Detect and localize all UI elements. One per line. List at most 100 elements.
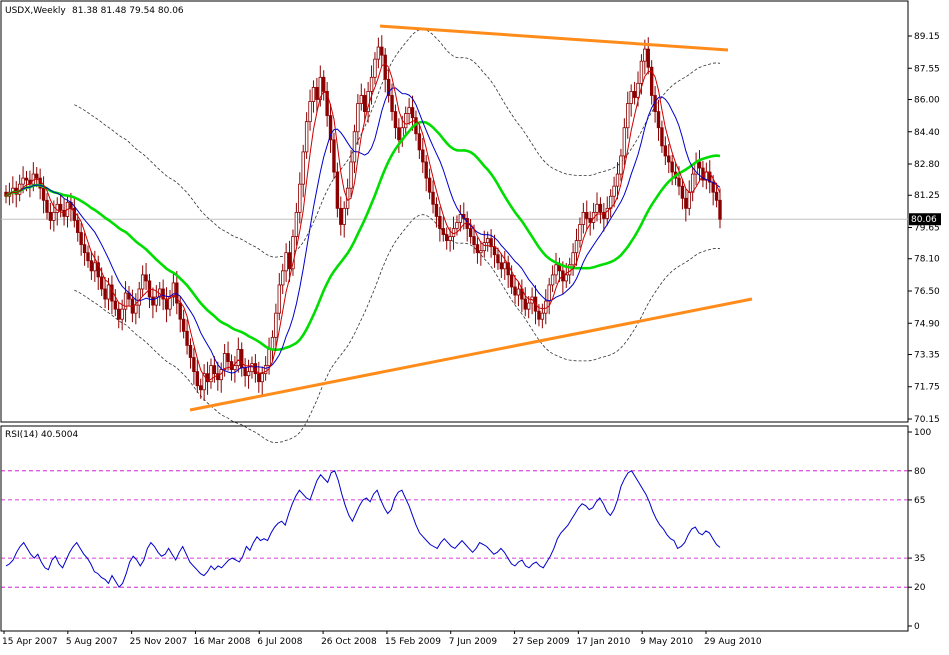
candle-body[interactable] [489,238,493,248]
candle-body[interactable] [564,274,568,282]
candle-body[interactable] [427,177,432,193]
candle-body[interactable] [516,288,521,296]
candle-body[interactable] [680,185,685,199]
candle-body[interactable] [523,298,527,310]
candle-body[interactable] [690,173,695,193]
candle-body[interactable] [93,262,97,272]
candle-body[interactable] [137,288,141,306]
candle-body[interactable] [626,103,630,129]
candle-body[interactable] [619,155,623,175]
candle-body[interactable] [240,349,244,368]
candle-body[interactable] [31,173,36,185]
candle-body[interactable] [393,111,398,129]
candle-body[interactable] [380,46,384,56]
candle-body[interactable] [349,161,353,189]
candle-body[interactable] [335,171,340,209]
candle-body[interactable] [45,199,49,213]
candle-body[interactable] [537,310,541,320]
candle-body[interactable] [417,133,422,151]
candle-body[interactable] [151,296,155,306]
candle-body[interactable] [356,103,360,133]
candle-body[interactable] [458,213,463,223]
candle-body[interactable] [257,373,261,383]
candle-body[interactable] [76,220,80,233]
candle-body[interactable] [332,139,336,173]
candle-body[interactable] [684,197,688,209]
candle-body[interactable] [322,76,326,92]
candle-body[interactable] [424,161,428,179]
candle-body[interactable] [55,203,59,213]
candle-body[interactable] [106,284,111,300]
candle-body[interactable] [407,107,411,115]
candle-body[interactable] [667,155,671,163]
candle-body[interactable] [315,87,319,100]
candle-body[interactable] [48,211,53,221]
candle-body[interactable] [485,238,490,244]
candle-body[interactable] [431,191,435,205]
candle-body[interactable] [383,54,387,80]
candle-body[interactable] [646,48,650,68]
candle-body[interactable] [503,262,507,270]
candle-body[interactable] [304,121,309,153]
candle-body[interactable] [421,149,425,163]
candle-body[interactable] [612,185,616,197]
candle-body[interactable] [243,367,247,377]
candle-body[interactable] [89,260,94,272]
candle-body[interactable] [526,302,531,310]
candle-body[interactable] [550,274,555,286]
candle-body[interactable] [687,191,691,209]
candle-body[interactable] [52,211,56,221]
candle-body[interactable] [578,224,582,242]
candle-body[interactable] [390,95,394,112]
candle-body[interactable] [287,252,292,270]
candle-body[interactable] [212,365,217,375]
candle-body[interactable] [185,330,189,346]
candle-body[interactable] [397,127,401,141]
candle-body[interactable] [35,173,39,179]
candle-body[interactable] [120,308,124,320]
candle-body[interactable] [540,312,545,320]
candle-body[interactable] [284,252,288,272]
candle-body[interactable] [448,236,452,242]
candle-body[interactable] [482,242,486,252]
candle-body[interactable] [270,336,275,350]
candle-body[interactable] [86,252,90,262]
candle-body[interactable] [499,262,504,270]
candle-body[interactable] [479,250,483,254]
candle-body[interactable] [277,284,282,314]
candle-body[interactable] [24,177,29,181]
candle-body[interactable] [233,365,237,371]
candle-body[interactable] [472,236,476,246]
candle-body[interactable] [308,101,312,123]
candle-body[interactable] [267,349,271,366]
candle-body[interactable] [670,161,674,173]
candle-body[interactable] [513,286,517,296]
candle-body[interactable] [468,228,473,237]
candle-body[interactable] [438,216,442,229]
candle-body[interactable] [554,264,558,276]
candle-body[interactable] [547,284,551,302]
candle-body[interactable] [301,151,305,185]
candle-body[interactable] [656,111,661,129]
candle-body[interactable] [369,76,374,92]
candle-body[interactable] [117,308,121,320]
candle-body[interactable] [246,371,251,377]
candle-body[interactable] [404,113,408,129]
candle-body[interactable] [410,107,415,119]
candle-body[interactable] [342,207,346,225]
candle-body[interactable] [226,353,230,362]
candle-body[interactable] [632,91,637,98]
candle-body[interactable] [222,353,227,371]
candle-body[interactable] [199,385,203,391]
candle-body[interactable] [585,211,589,219]
candle-body[interactable] [581,211,586,225]
candle-body[interactable] [639,60,644,84]
candle-body[interactable] [236,349,241,366]
candle-body[interactable] [697,161,702,169]
candle-body[interactable] [188,345,193,358]
candle-body[interactable] [103,288,107,300]
candle-body[interactable] [352,131,357,163]
candle-body[interactable] [99,276,104,290]
candle-body[interactable] [373,58,377,78]
candle-body[interactable] [434,203,439,217]
